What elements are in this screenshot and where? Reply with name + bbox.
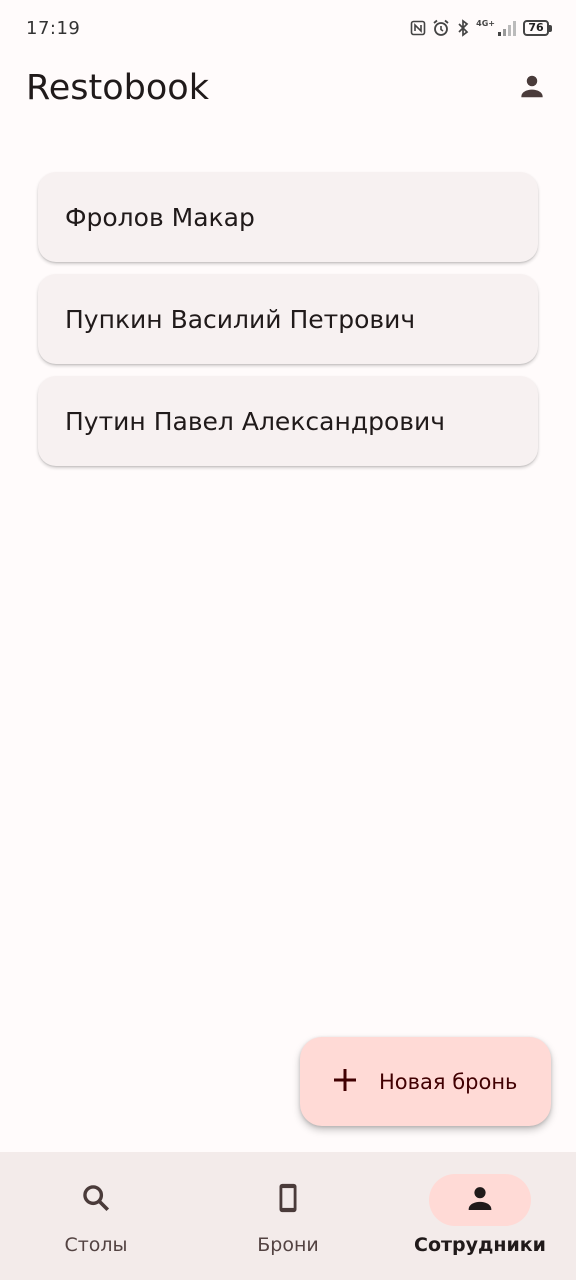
nav-item-tables[interactable]: Столы <box>0 1152 192 1280</box>
app-bar: Restobook <box>0 56 576 120</box>
alarm-icon <box>432 19 450 37</box>
employee-name: Путин Павел Александрович <box>65 406 446 436</box>
screen: 17:19 4G+ 76 Restobook Фролов Макар Пупк… <box>0 0 576 1280</box>
employee-card[interactable]: Путин Павел Александрович <box>38 376 538 466</box>
network-type: 4G+ <box>476 19 495 28</box>
person-icon <box>464 1182 496 1218</box>
nav-label: Сотрудники <box>414 1234 546 1256</box>
employee-list: Фролов Макар Пупкин Василий Петрович Пут… <box>38 172 538 478</box>
bluetooth-icon <box>456 19 470 37</box>
bottom-navigation: Столы Брони Сотрудники <box>0 1152 576 1280</box>
nav-pill <box>237 1174 339 1226</box>
battery-icon: 76 <box>523 20 552 36</box>
employee-card[interactable]: Пупкин Василий Петрович <box>38 274 538 364</box>
new-booking-button[interactable]: Новая бронь <box>300 1037 551 1126</box>
person-icon <box>517 71 547 105</box>
phone-icon <box>271 1181 305 1219</box>
plus-icon <box>331 1066 359 1098</box>
status-bar: 17:19 4G+ 76 <box>0 0 576 56</box>
search-icon <box>79 1181 113 1219</box>
nav-item-employees[interactable]: Сотрудники <box>384 1152 576 1280</box>
status-time: 17:19 <box>26 17 81 39</box>
employee-name: Пупкин Василий Петрович <box>65 304 416 334</box>
nav-pill-active <box>429 1174 531 1226</box>
battery-level: 76 <box>523 20 549 36</box>
nav-label: Брони <box>257 1234 319 1256</box>
new-booking-label: Новая бронь <box>379 1069 518 1094</box>
account-button[interactable] <box>510 66 554 110</box>
nav-pill <box>45 1174 147 1226</box>
status-icons: 4G+ 76 <box>410 19 552 37</box>
nav-label: Столы <box>64 1234 128 1256</box>
nfc-icon <box>410 20 426 36</box>
employee-card[interactable]: Фролов Макар <box>38 172 538 262</box>
nav-item-bookings[interactable]: Брони <box>192 1152 384 1280</box>
employee-name: Фролов Макар <box>65 202 255 232</box>
page-title: Restobook <box>26 68 209 108</box>
signal-icon <box>497 19 517 37</box>
